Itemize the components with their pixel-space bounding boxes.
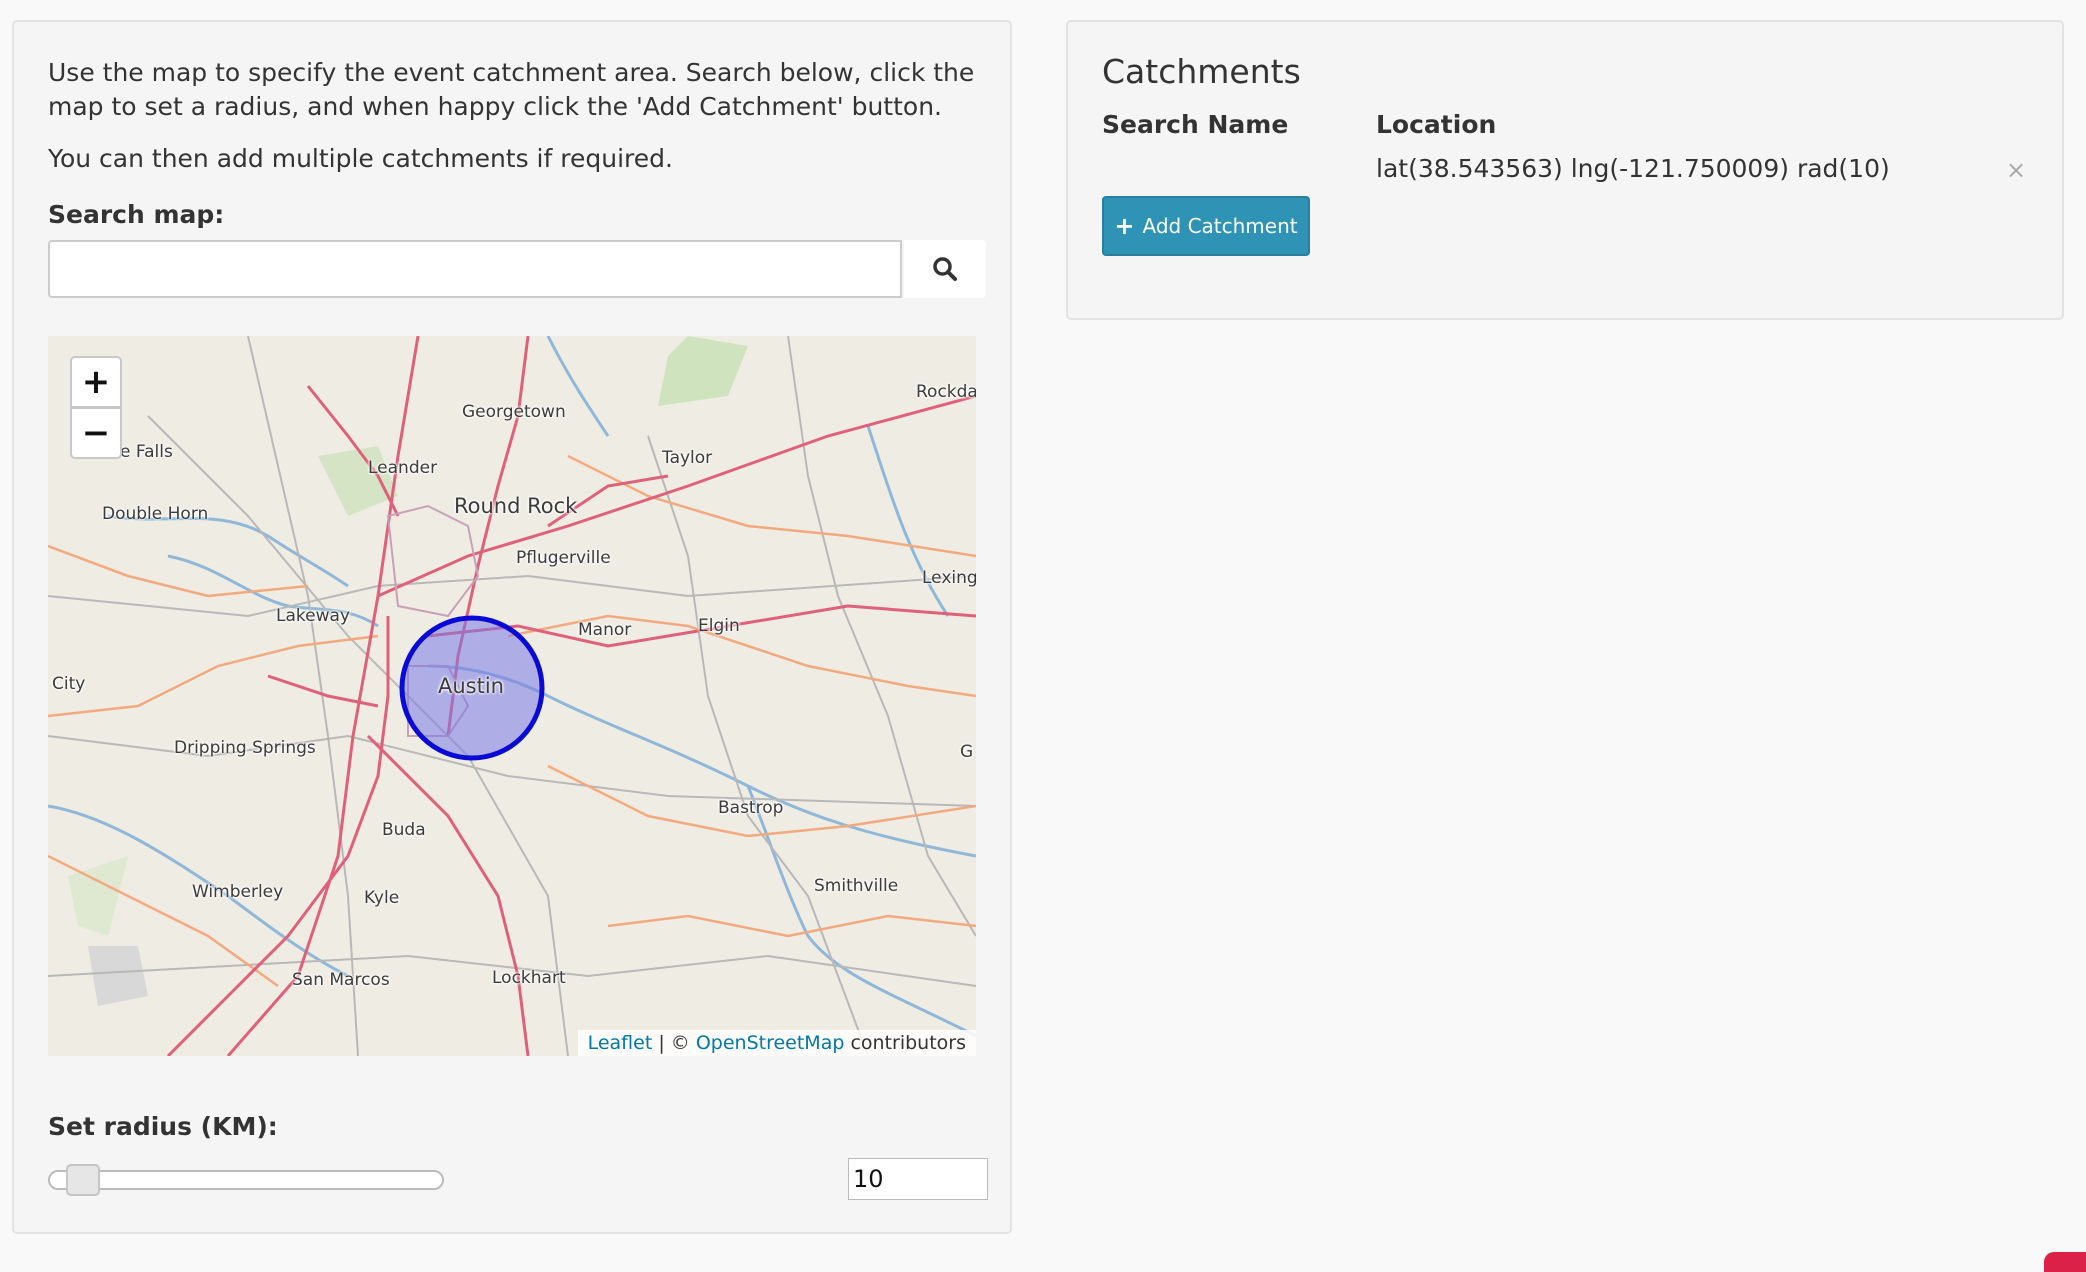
- map-label-lockhart: Lockhart: [492, 968, 566, 988]
- map-label-round-rock: Round Rock: [454, 494, 578, 518]
- map-label-g: G: [960, 742, 974, 762]
- catchment-map-panel: Use the map to specify the event catchme…: [12, 20, 1012, 1234]
- map-canvas[interactable]: Georgetown Rockda e Falls Leander Taylor…: [48, 336, 976, 1056]
- map-label-smithville: Smithville: [814, 876, 899, 896]
- map-label-double-horn: Double Horn: [102, 504, 209, 524]
- set-radius-label: Set radius (KM):: [48, 1112, 278, 1141]
- catchments-title: Catchments: [1102, 52, 1301, 91]
- map-label-lakeway: Lakeway: [276, 606, 350, 626]
- radius-slider-handle[interactable]: [66, 1164, 100, 1196]
- search-icon: [933, 257, 957, 281]
- column-header-search-name: Search Name: [1102, 110, 1289, 139]
- map-label-wimberley: Wimberley: [192, 882, 284, 902]
- map-label-kyle: Kyle: [364, 888, 400, 908]
- zoom-out-button[interactable]: −: [70, 407, 122, 459]
- map-label-austin: Austin: [438, 674, 504, 698]
- map-label-manor: Manor: [578, 620, 632, 640]
- attribution-suffix: contributors: [844, 1032, 966, 1054]
- map-attribution: Leaflet | © OpenStreetMap contributors: [577, 1030, 976, 1056]
- catchments-panel: Catchments Search Name Location lat(38.5…: [1066, 20, 2064, 320]
- catchment-location-value: lat(38.543563) lng(-121.750009) rad(10): [1376, 154, 1890, 183]
- map-label-buda: Buda: [382, 820, 426, 840]
- leaflet-link[interactable]: Leaflet: [588, 1032, 653, 1054]
- radius-input[interactable]: [848, 1158, 988, 1200]
- search-input[interactable]: [48, 240, 902, 298]
- map-label-dripping-springs: Dripping Springs: [174, 738, 316, 758]
- intro-text-line-3: You can then add multiple catchments if …: [48, 144, 673, 173]
- map-label-georgetown: Georgetown: [462, 402, 566, 422]
- attribution-separator: | ©: [652, 1032, 696, 1054]
- map-label-taylor: Taylor: [662, 448, 713, 468]
- search-map-label: Search map:: [48, 200, 225, 229]
- intro-text-line-1: Use the map to specify the event catchme…: [48, 58, 975, 87]
- radius-slider-track[interactable]: [48, 1170, 444, 1190]
- map-label-lexington: Lexingto: [922, 568, 976, 588]
- remove-catchment-icon[interactable]: ×: [2006, 156, 2026, 184]
- map-label-san-marcos: San Marcos: [292, 970, 390, 990]
- map-label-rockda: Rockda: [916, 382, 976, 402]
- plus-icon: +: [1114, 212, 1135, 240]
- column-header-location: Location: [1376, 110, 1497, 139]
- map-label-bastrop: Bastrop: [718, 798, 784, 818]
- corner-badge: [2044, 1252, 2086, 1272]
- map-label-falls: e Falls: [120, 442, 173, 462]
- search-button[interactable]: [904, 240, 986, 298]
- zoom-in-button[interactable]: +: [70, 356, 122, 408]
- map-label-elgin: Elgin: [698, 616, 740, 636]
- add-catchment-button[interactable]: + Add Catchment: [1102, 196, 1310, 256]
- map-label-leander: Leander: [368, 458, 438, 478]
- add-catchment-label: Add Catchment: [1142, 214, 1298, 238]
- map-label-city: City: [52, 674, 86, 694]
- openstreetmap-link[interactable]: OpenStreetMap: [696, 1032, 845, 1054]
- map-label-pflugerville: Pflugerville: [516, 548, 611, 568]
- map-tiles: [48, 336, 976, 1056]
- intro-text-line-2: map to set a radius, and when happy clic…: [48, 92, 942, 121]
